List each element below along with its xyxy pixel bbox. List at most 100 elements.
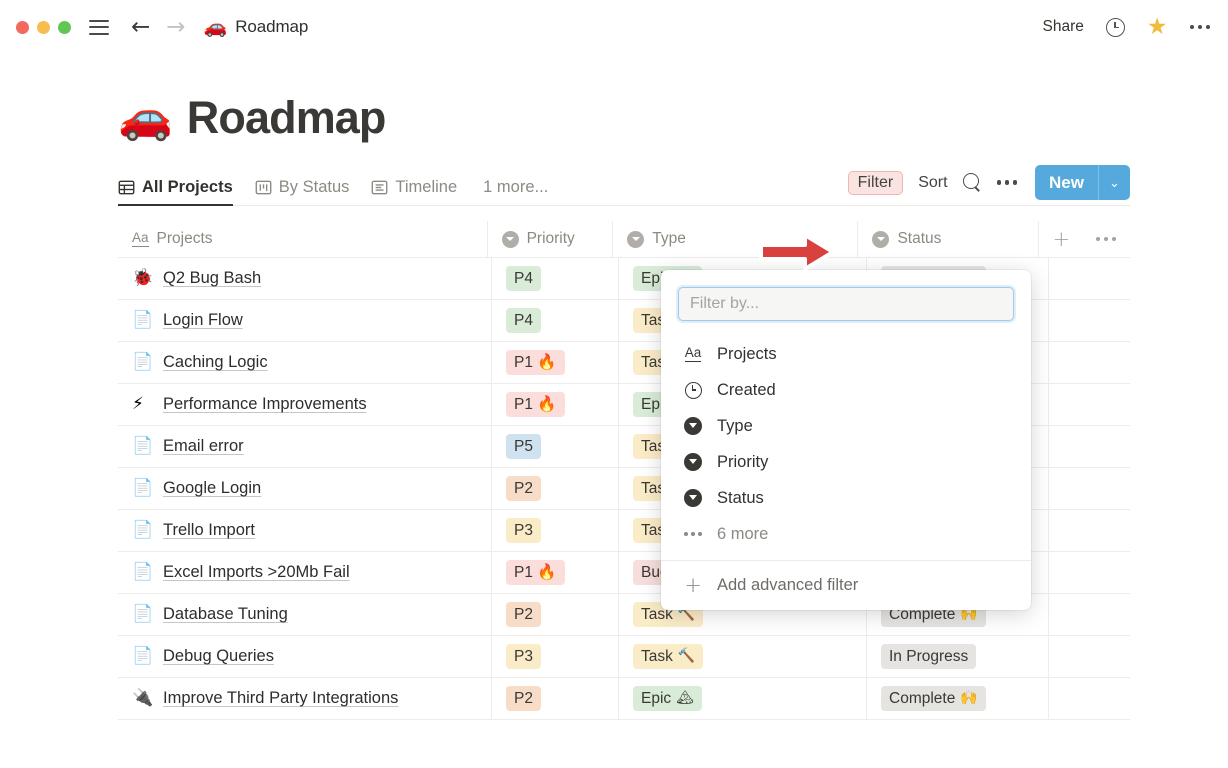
cell-project[interactable]: 📄Debug Queries — [118, 636, 492, 677]
minimize-window-button[interactable] — [37, 21, 50, 34]
maximize-window-button[interactable] — [58, 21, 71, 34]
cell-project[interactable]: 🐞 Q2 Bug Bash — [118, 258, 492, 299]
sidebar-toggle-icon[interactable] — [89, 20, 109, 35]
cell-priority[interactable]: P3 — [492, 510, 619, 551]
cell-priority[interactable]: P2 — [492, 678, 619, 719]
project-name-link[interactable]: Google Login — [163, 479, 261, 498]
project-name-link[interactable]: Q2 Bug Bash — [163, 269, 261, 288]
cell-type[interactable]: Epic🏔 — [619, 678, 867, 719]
cell-priority[interactable]: P2 — [492, 468, 619, 509]
titlebar-actions: Share ★ — [1043, 16, 1211, 39]
project-name-link[interactable]: Debug Queries — [163, 647, 274, 666]
filter-property-label: Type — [717, 417, 753, 436]
row-emoji-icon: 📄 — [132, 564, 153, 581]
cell-spacer — [1049, 468, 1130, 509]
project-name-link[interactable]: Login Flow — [163, 311, 243, 330]
cell-priority[interactable]: P1 🔥 — [492, 342, 619, 383]
row-emoji-icon: 📄 — [132, 522, 153, 539]
filter-property-type[interactable]: Type — [661, 408, 1031, 444]
filter-button[interactable]: Filter — [848, 171, 904, 195]
tab-timeline[interactable]: Timeline — [371, 178, 457, 206]
priority-tag: P1 🔥 — [506, 560, 565, 585]
column-header-priority[interactable]: Priority — [488, 221, 614, 257]
cell-status[interactable]: In Progress — [867, 636, 1049, 677]
cell-priority[interactable]: P4 — [492, 258, 619, 299]
table-row[interactable]: 🔌Improve Third Party IntegrationsP2Epic🏔… — [118, 678, 1130, 720]
new-dropdown-caret-icon[interactable]: ⌄ — [1098, 165, 1130, 200]
row-emoji-icon: 🐞 — [132, 270, 153, 287]
sort-button[interactable]: Sort — [918, 174, 947, 192]
cell-project[interactable]: 📄 Email error — [118, 426, 492, 467]
tab-all-projects[interactable]: All Projects — [118, 178, 233, 206]
project-name-link[interactable]: Performance Improvements — [163, 395, 367, 414]
column-header-status[interactable]: Status — [858, 221, 1038, 257]
search-icon[interactable] — [963, 173, 982, 192]
filter-property-created[interactable]: Created — [661, 372, 1031, 408]
filter-property-6-more[interactable]: 6 more — [661, 516, 1031, 552]
cell-project[interactable]: 🔌Improve Third Party Integrations — [118, 678, 492, 719]
project-name-link[interactable]: Email error — [163, 437, 244, 456]
cell-priority[interactable]: P2 — [492, 594, 619, 635]
favorite-star-icon[interactable]: ★ — [1147, 16, 1168, 39]
cell-status[interactable]: Complete🙌 — [867, 678, 1049, 719]
cell-project[interactable]: 📄 Excel Imports >20Mb Fail — [118, 552, 492, 593]
share-button[interactable]: Share — [1043, 18, 1084, 36]
tab-by-status[interactable]: By Status — [255, 178, 350, 206]
project-name-link[interactable]: Trello Import — [163, 521, 255, 540]
view-more-icon[interactable] — [997, 180, 1018, 185]
project-name-link[interactable]: Excel Imports >20Mb Fail — [163, 563, 350, 582]
filter-property-label: 6 more — [717, 525, 768, 544]
view-toolbar: All Projects By Status — [0, 166, 1228, 206]
filter-property-projects[interactable]: AaProjects — [661, 336, 1031, 372]
window-more-icon[interactable] — [1190, 25, 1211, 30]
cell-project[interactable]: 📄 Trello Import — [118, 510, 492, 551]
cell-spacer — [1049, 552, 1130, 593]
cell-priority[interactable]: P4 — [492, 300, 619, 341]
column-header-projects[interactable]: Aa Projects — [118, 221, 488, 257]
filter-property-label: Status — [717, 489, 764, 508]
cell-spacer — [1049, 678, 1130, 719]
close-window-button[interactable] — [16, 21, 29, 34]
select-icon — [683, 417, 703, 435]
add-advanced-filter-item[interactable]: + Add advanced filter — [661, 561, 1031, 610]
status-tag: In Progress — [881, 644, 976, 669]
cell-project[interactable]: 📄Database Tuning — [118, 594, 492, 635]
cell-project[interactable]: 📄Google Login — [118, 468, 492, 509]
filter-property-status[interactable]: Status — [661, 480, 1031, 516]
more-views-button[interactable]: 1 more... — [483, 178, 548, 206]
cell-project[interactable]: ⚡Performance Improvements — [118, 384, 492, 425]
cell-spacer — [1049, 300, 1130, 341]
filter-search-input[interactable] — [690, 295, 1002, 313]
cell-type[interactable]: Task🔨 — [619, 636, 867, 677]
cell-project[interactable]: 📄Caching Logic — [118, 342, 492, 383]
project-name-link[interactable]: Database Tuning — [163, 605, 288, 624]
window-titlebar: ← → 🚗 Roadmap Share ★ — [0, 0, 1228, 54]
priority-tag: P5 — [506, 434, 541, 459]
ellipsis-icon — [683, 532, 703, 536]
priority-tag: P1 🔥 — [506, 350, 565, 375]
page-icon-emoji[interactable]: 🚗 — [118, 96, 173, 140]
filter-property-priority[interactable]: Priority — [661, 444, 1031, 480]
filter-search-field[interactable] — [678, 287, 1014, 321]
titlebar-page-title: Roadmap — [235, 17, 308, 37]
aa-text-icon: Aa — [683, 346, 703, 362]
cell-priority[interactable]: P1 🔥 — [492, 552, 619, 593]
forward-icon[interactable]: → — [166, 16, 185, 39]
cell-spacer — [1049, 258, 1130, 299]
cell-project[interactable]: 📄Login Flow — [118, 300, 492, 341]
new-button[interactable]: New — [1035, 165, 1098, 200]
cell-priority[interactable]: P5 — [492, 426, 619, 467]
project-name-link[interactable]: Caching Logic — [163, 353, 268, 372]
project-name-link[interactable]: Improve Third Party Integrations — [163, 689, 398, 708]
back-icon[interactable]: ← — [131, 16, 150, 39]
titlebar-page-emoji: 🚗 — [204, 18, 228, 37]
row-emoji-icon: 📄 — [132, 438, 153, 455]
priority-tag: P2 — [506, 476, 541, 501]
cell-priority[interactable]: P3 — [492, 636, 619, 677]
table-row[interactable]: 📄Debug QueriesP3Task🔨 In Progress — [118, 636, 1130, 678]
add-column-icon[interactable]: + — [1053, 229, 1071, 250]
board-icon — [255, 179, 272, 196]
history-clock-icon[interactable] — [1106, 18, 1125, 37]
table-options-icon[interactable] — [1096, 237, 1116, 241]
cell-priority[interactable]: P1 🔥 — [492, 384, 619, 425]
